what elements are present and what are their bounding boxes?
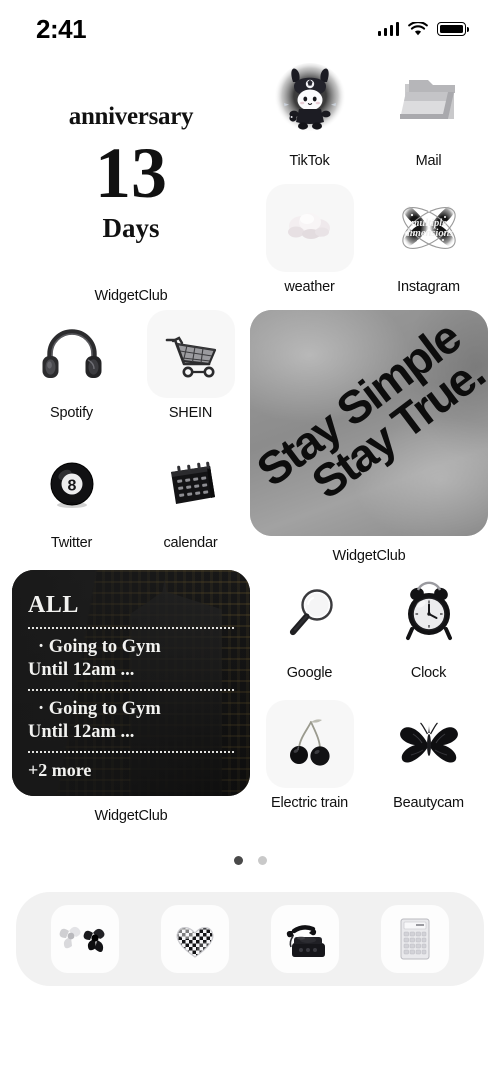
- widget-anniversary[interactable]: anniversary 13 Days WidgetClub: [12, 58, 250, 304]
- divider: [28, 751, 234, 754]
- dock: [16, 892, 484, 986]
- app-icon-google[interactable]: Google: [250, 570, 369, 694]
- divider: [28, 627, 234, 629]
- reminders-more-count: +2 more: [28, 760, 92, 781]
- instagram-tile[interactable]: multiple dimensions: [385, 184, 473, 272]
- anniversary-widget-body[interactable]: anniversary 13 Days: [12, 58, 250, 276]
- app-label: SHEIN: [168, 405, 213, 421]
- app-icon-beautycam[interactable]: Beautycam: [369, 700, 488, 824]
- alarm-clock-icon: [405, 581, 452, 640]
- svg-text:dimensions: dimensions: [404, 228, 453, 239]
- battery-full-icon: [437, 22, 469, 36]
- app-icon-twitter[interactable]: 8 Twitter: [12, 440, 131, 564]
- clock-tile[interactable]: [385, 570, 473, 658]
- cloud-icon: [287, 213, 330, 239]
- app-icon-instagram[interactable]: multiple dimensions Instagram: [369, 184, 488, 304]
- twitter-tile[interactable]: 8: [28, 440, 116, 528]
- widget-label-quote-photo: WidgetClub: [332, 548, 406, 564]
- folder-icon: [399, 80, 455, 119]
- reminder-title: · Going to Gym: [38, 637, 161, 657]
- reminder-item[interactable]: · Going to Gym Until 12am ...: [28, 698, 234, 743]
- reminder-detail: Until 12am ...: [28, 659, 135, 680]
- divider: [28, 689, 234, 692]
- reminders-content: ALL · Going to Gym Until 12am ... · Goin…: [12, 570, 250, 781]
- page-dot-1[interactable]: [233, 855, 243, 865]
- weather-tile[interactable]: [265, 184, 354, 272]
- app-label: Google: [286, 665, 333, 681]
- calendar-tile[interactable]: [147, 440, 235, 528]
- magic-8-ball-icon: 8: [50, 462, 93, 508]
- butterfly-star-multiple-dimensions-icon: multiple dimensions: [400, 203, 457, 249]
- anniversary-title: anniversary: [68, 102, 194, 130]
- cellular-signal-icon: [377, 22, 399, 36]
- widget-quote-photo[interactable]: Stay Simple Stay True. WidgetClub: [250, 310, 488, 564]
- dock-item-3[interactable]: [271, 905, 339, 973]
- anniversary-count: 13: [95, 132, 167, 213]
- app-label: Beautycam: [393, 795, 464, 811]
- reminder-detail: Until 12am ...: [28, 721, 135, 742]
- page-indicator[interactable]: [0, 850, 500, 870]
- tiktok-tile[interactable]: [266, 58, 354, 146]
- home-screen: anniversary 13 Days WidgetClub TikTok Ma…: [0, 58, 500, 824]
- app-label: Twitter: [50, 535, 93, 551]
- anniversary-unit: Days: [102, 212, 160, 243]
- rotary-telephone-icon: [286, 925, 325, 957]
- shein-tile[interactable]: [146, 310, 235, 398]
- widget-label-anniversary: WidgetClub: [94, 288, 168, 304]
- app-label: Instagram: [397, 279, 460, 295]
- cherries-icon: [289, 719, 330, 766]
- app-grid: anniversary 13 Days WidgetClub TikTok Ma…: [12, 58, 488, 824]
- svg-text:8: 8: [67, 478, 76, 495]
- app-label: TikTok: [289, 153, 330, 169]
- electric-train-tile[interactable]: [265, 700, 354, 788]
- reminders-header: ALL: [28, 592, 79, 618]
- app-icon-weather[interactable]: weather: [250, 184, 369, 304]
- kuromi-character-icon: [273, 63, 346, 135]
- app-label: Spotify: [50, 405, 93, 421]
- quote-photo-widget-body[interactable]: Stay Simple Stay True.: [250, 310, 488, 536]
- shopping-cart-icon: [165, 336, 216, 378]
- reminder-title: · Going to Gym: [38, 699, 161, 720]
- spotify-tile[interactable]: [28, 310, 116, 398]
- app-label: weather: [284, 279, 335, 295]
- reminder-item[interactable]: · Going to Gym Until 12am ...: [28, 636, 234, 681]
- app-icon-tiktok[interactable]: TikTok: [250, 58, 369, 178]
- app-icon-calendar[interactable]: calendar: [131, 440, 250, 564]
- app-label: Clock: [410, 665, 447, 681]
- status-time: 2:41: [36, 13, 87, 44]
- ribbon-bows-icon: [59, 926, 105, 952]
- app-label: Mail: [415, 153, 442, 169]
- headphones-icon: [42, 329, 101, 378]
- app-icon-spotify[interactable]: Spotify: [12, 310, 131, 434]
- mail-tile[interactable]: [385, 58, 473, 146]
- butterfly-icon: [399, 722, 458, 763]
- page-dot-2[interactable]: [257, 855, 267, 865]
- status-indicators: [377, 21, 469, 37]
- status-bar: 2:41: [0, 0, 500, 58]
- app-icon-mail[interactable]: Mail: [369, 58, 488, 178]
- magnifying-glass-icon: [289, 589, 333, 636]
- reminders-widget-body[interactable]: ALL · Going to Gym Until 12am ... · Goin…: [12, 570, 250, 796]
- dock-item-2[interactable]: [161, 905, 229, 973]
- app-icon-clock[interactable]: Clock: [369, 570, 488, 694]
- dock-item-4[interactable]: [381, 905, 449, 973]
- checkered-heart-icon: [176, 927, 214, 958]
- app-label: Electric train: [271, 795, 348, 811]
- app-label: calendar: [163, 535, 218, 551]
- beautycam-tile[interactable]: [385, 700, 473, 788]
- wifi-icon: [408, 21, 428, 35]
- black-calendar-icon: [170, 461, 215, 504]
- calculator-icon: [400, 918, 430, 960]
- dock-item-1[interactable]: [51, 905, 119, 973]
- app-icon-shein[interactable]: SHEIN: [131, 310, 250, 434]
- google-tile[interactable]: [266, 570, 354, 658]
- app-icon-electric-train[interactable]: Electric train: [250, 700, 369, 824]
- widget-label-reminders: WidgetClub: [94, 808, 168, 824]
- widget-reminders[interactable]: ALL · Going to Gym Until 12am ... · Goin…: [12, 570, 250, 824]
